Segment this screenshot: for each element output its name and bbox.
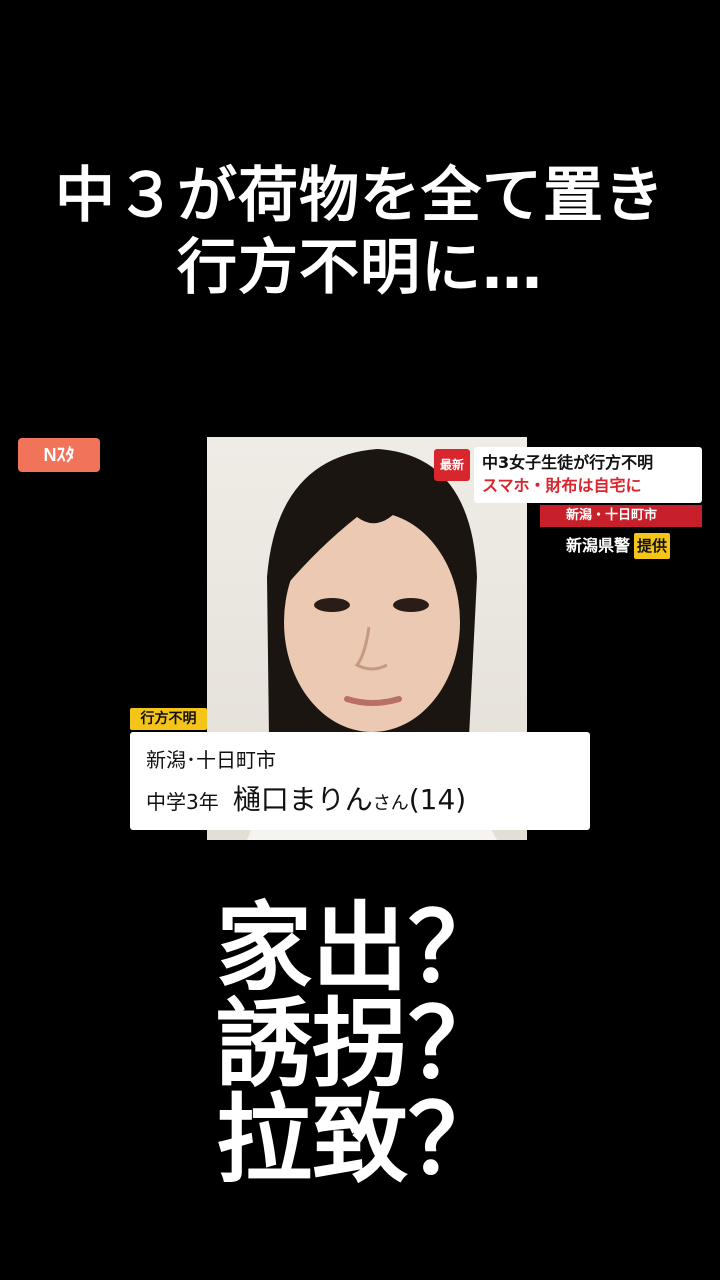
card-location: 新潟･十日町市 bbox=[146, 748, 276, 772]
program-logo: Nｽﾀ bbox=[18, 438, 100, 472]
ticker-headline: 中3女子生徒が行方不明 bbox=[482, 453, 654, 472]
card-honorific: さん bbox=[372, 793, 409, 814]
provided-badge: 提供 bbox=[634, 533, 671, 559]
card-grade: 中学3年 bbox=[146, 790, 219, 814]
card-identity: 中学3年 樋口まりんさん(14) bbox=[146, 778, 574, 826]
ticker-subheadline: スマホ・財布は自宅に bbox=[482, 476, 642, 495]
name-card: 新潟･十日町市 中学3年 樋口まりんさん(14) bbox=[130, 732, 590, 830]
photo-source: 新潟県警 bbox=[566, 536, 631, 555]
ticker-box: 中3女子生徒が行方不明 スマホ・財布は自宅に bbox=[474, 447, 702, 503]
headline-line-1: 中３が荷物を全て置き bbox=[55, 161, 665, 231]
latest-tag: 最新 bbox=[434, 449, 470, 481]
headline: 中３が荷物を全て置き 行方不明に… bbox=[0, 160, 720, 304]
questions: 家出？ 誘拐？ 拉致？ bbox=[0, 900, 720, 1188]
card-name: 樋口まりん bbox=[232, 783, 373, 816]
question-1: 家出？ bbox=[216, 892, 504, 1004]
card-age: (14) bbox=[408, 783, 467, 816]
photo-credit: 新潟県警 提供 bbox=[566, 533, 671, 559]
headline-line-2: 行方不明に… bbox=[177, 233, 543, 303]
ticker-location: 新潟・十日町市 bbox=[540, 505, 702, 527]
question-3: 拉致？ bbox=[216, 1084, 504, 1196]
question-2: 誘拐？ bbox=[216, 988, 504, 1100]
status-badge: 行方不明 bbox=[130, 708, 207, 730]
